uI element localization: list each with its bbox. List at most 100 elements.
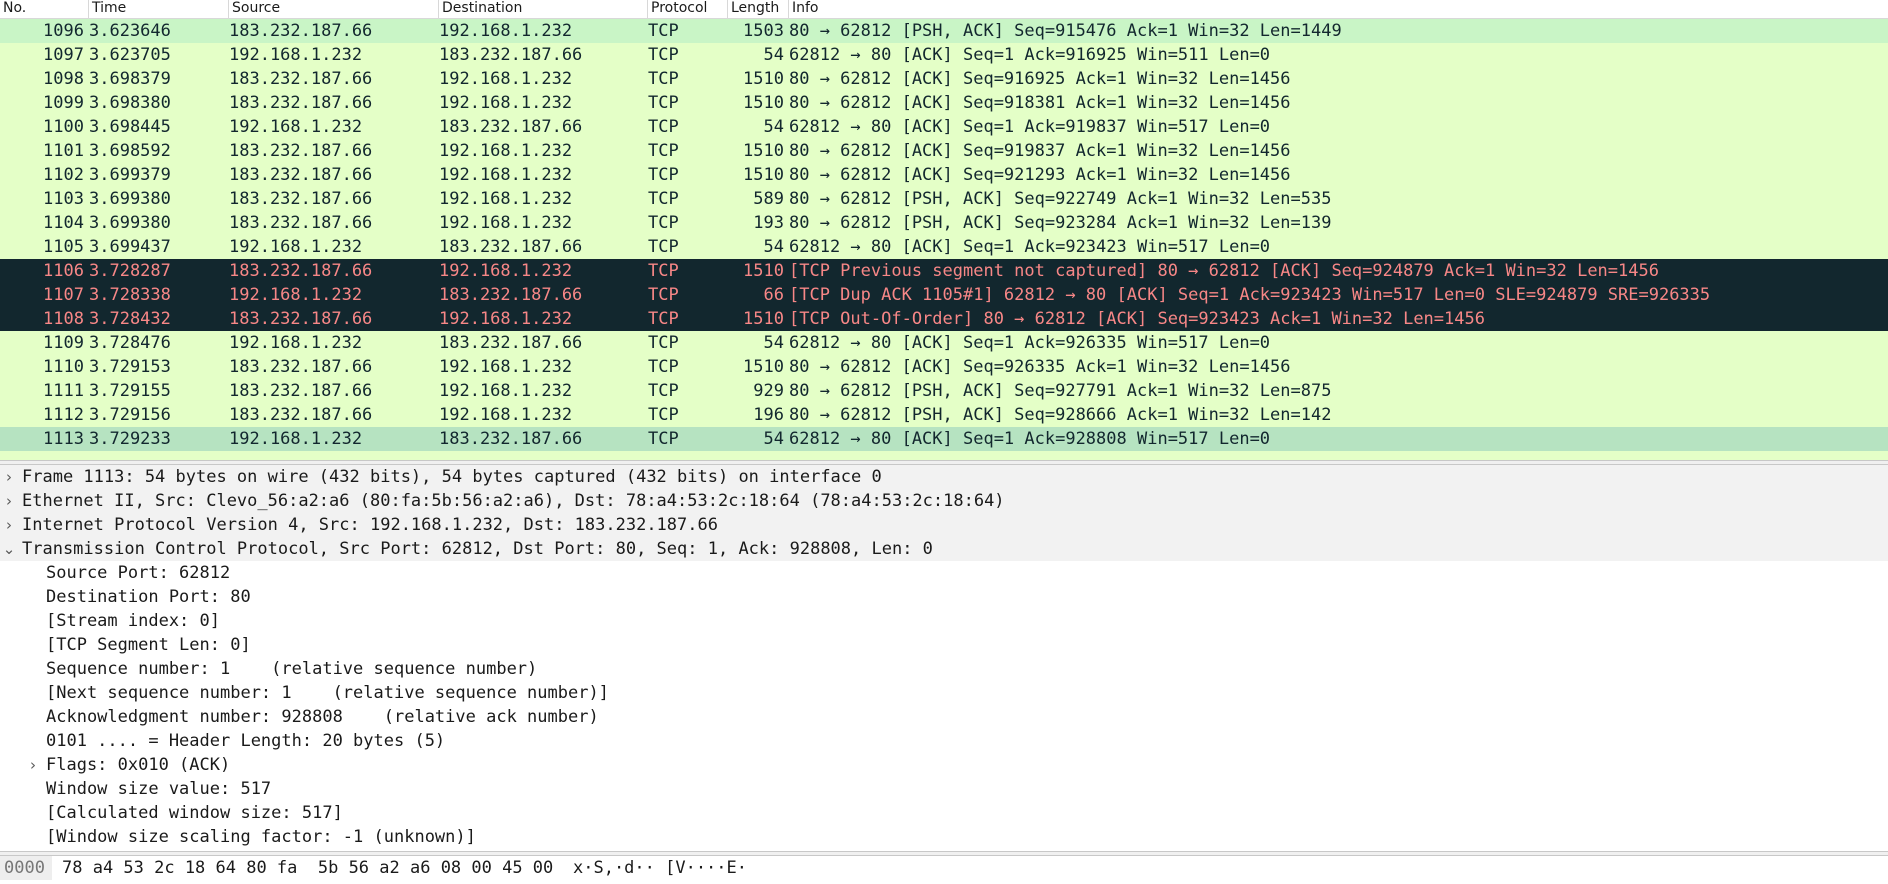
- column-header-source[interactable]: Source: [229, 0, 439, 18]
- packet-row[interactable]: 1097 3.623705 192.168.1.232 183.232.187.…: [0, 43, 1888, 67]
- packet-source: 183.232.187.66: [229, 93, 373, 113]
- chevron-right-icon[interactable]: ›: [2, 465, 16, 489]
- packet-row[interactable]: 1101 3.698592 183.232.187.66 192.168.1.2…: [0, 139, 1888, 163]
- bytes-offset: 0000: [0, 856, 52, 880]
- packet-source: 183.232.187.66: [229, 213, 373, 233]
- packet-length: 1510: [743, 93, 784, 113]
- packet-time: 3.728287: [89, 261, 171, 281]
- tree-item-frame[interactable]: › Frame 1113: 54 bytes on wire (432 bits…: [0, 465, 1888, 489]
- column-header-length[interactable]: Length: [728, 0, 789, 18]
- packet-info: 62812 → 80 [ACK] Seq=1 Ack=919837 Win=51…: [789, 117, 1271, 137]
- column-header-time[interactable]: Time: [89, 0, 229, 18]
- packet-destination: 192.168.1.232: [439, 213, 573, 233]
- tcp-field-destination-port[interactable]: Destination Port: 80: [0, 585, 1888, 609]
- packet-row[interactable]: 1108 3.728432 183.232.187.66 192.168.1.2…: [0, 307, 1888, 331]
- packet-destination: 192.168.1.232: [439, 189, 573, 209]
- packet-list-pane[interactable]: No. Time Source Destination Protocol Len…: [0, 0, 1888, 460]
- packet-no: 1105: [43, 237, 84, 257]
- packet-row[interactable]: 1109 3.728476 192.168.1.232 183.232.187.…: [0, 331, 1888, 355]
- column-header-info[interactable]: Info: [789, 0, 1888, 18]
- bytes-hex[interactable]: 78 a4 53 2c 18 64 80 fa 5b 56 a2 a6 08 0…: [62, 856, 553, 880]
- tcp-field-sequence-number[interactable]: Sequence number: 1 (relative sequence nu…: [0, 657, 1888, 681]
- packet-time: 3.729233: [89, 429, 171, 449]
- packet-row[interactable]: 1113 3.729233 192.168.1.232 183.232.187.…: [0, 427, 1888, 451]
- chevron-right-icon[interactable]: ›: [2, 489, 16, 513]
- packet-destination: 183.232.187.66: [439, 117, 583, 137]
- packet-row[interactable]: 1099 3.698380 183.232.187.66 192.168.1.2…: [0, 91, 1888, 115]
- packet-row[interactable]: 1111 3.729155 183.232.187.66 192.168.1.2…: [0, 379, 1888, 403]
- tree-item-label: Acknowledgment number: 928808 (relative …: [46, 707, 599, 727]
- tcp-field-calculated-window[interactable]: [Calculated window size: 517]: [0, 801, 1888, 825]
- packet-row[interactable]: 1105 3.699437 192.168.1.232 183.232.187.…: [0, 235, 1888, 259]
- packet-time: 3.728432: [89, 309, 171, 329]
- tcp-field-ack-number[interactable]: Acknowledgment number: 928808 (relative …: [0, 705, 1888, 729]
- chevron-right-icon[interactable]: ›: [26, 753, 40, 777]
- tcp-field-window-scaling[interactable]: [Window size scaling factor: -1 (unknown…: [0, 825, 1888, 849]
- packet-time: 3.698379: [89, 69, 171, 89]
- packet-length: 929: [753, 381, 784, 401]
- tree-item-label: Ethernet II, Src: Clevo_56:a2:a6 (80:fa:…: [22, 491, 1005, 511]
- packet-row[interactable]: 1103 3.699380 183.232.187.66 192.168.1.2…: [0, 187, 1888, 211]
- packet-row[interactable]: 1104 3.699380 183.232.187.66 192.168.1.2…: [0, 211, 1888, 235]
- packet-destination: 192.168.1.232: [439, 405, 573, 425]
- packet-destination: 192.168.1.232: [439, 309, 573, 329]
- packet-info: 62812 → 80 [ACK] Seq=1 Ack=926335 Win=51…: [789, 333, 1271, 353]
- tree-item-ethernet[interactable]: › Ethernet II, Src: Clevo_56:a2:a6 (80:f…: [0, 489, 1888, 513]
- packet-bytes-pane[interactable]: 0000 78 a4 53 2c 18 64 80 fa 5b 56 a2 a6…: [0, 856, 1888, 884]
- tcp-field-segment-len[interactable]: [TCP Segment Len: 0]: [0, 633, 1888, 657]
- packet-protocol: TCP: [648, 309, 679, 329]
- packet-destination: 192.168.1.232: [439, 381, 573, 401]
- packet-length: 54: [763, 237, 784, 257]
- packet-length: 54: [763, 45, 784, 65]
- packet-destination: 192.168.1.232: [439, 165, 573, 185]
- packet-protocol: TCP: [648, 381, 679, 401]
- packet-no: 1100: [43, 117, 84, 137]
- packet-destination: 183.232.187.66: [439, 237, 583, 257]
- packet-no: 1101: [43, 141, 84, 161]
- packet-source: 183.232.187.66: [229, 357, 373, 377]
- tree-item-tcp[interactable]: ⌄ Transmission Control Protocol, Src Por…: [0, 537, 1888, 561]
- tcp-field-flags[interactable]: › Flags: 0x010 (ACK): [0, 753, 1888, 777]
- tcp-field-window-size[interactable]: Window size value: 517: [0, 777, 1888, 801]
- packet-source: 192.168.1.232: [229, 429, 363, 449]
- packet-row[interactable]: 1112 3.729156 183.232.187.66 192.168.1.2…: [0, 403, 1888, 427]
- packet-row[interactable]: 1110 3.729153 183.232.187.66 192.168.1.2…: [0, 355, 1888, 379]
- packet-row[interactable]: 1098 3.698379 183.232.187.66 192.168.1.2…: [0, 67, 1888, 91]
- bytes-ascii[interactable]: x·S,·d·· [V····E·: [573, 856, 747, 880]
- packet-info: [TCP Previous segment not captured] 80 →…: [789, 261, 1659, 281]
- column-header-destination[interactable]: Destination: [439, 0, 648, 18]
- packet-row-partial[interactable]: [0, 451, 1888, 460]
- packet-no: 1106: [43, 261, 84, 281]
- packet-protocol: TCP: [648, 261, 679, 281]
- tcp-field-next-sequence-number[interactable]: [Next sequence number: 1 (relative seque…: [0, 681, 1888, 705]
- column-header-no[interactable]: No.: [0, 0, 89, 18]
- tree-item-ip[interactable]: › Internet Protocol Version 4, Src: 192.…: [0, 513, 1888, 537]
- packet-destination: 183.232.187.66: [439, 429, 583, 449]
- packet-destination: 192.168.1.232: [439, 93, 573, 113]
- packet-details-pane[interactable]: › Frame 1113: 54 bytes on wire (432 bits…: [0, 465, 1888, 851]
- packet-source: 192.168.1.232: [229, 45, 363, 65]
- packet-row[interactable]: 1096 3.623646 183.232.187.66 192.168.1.2…: [0, 19, 1888, 43]
- tree-item-label: Destination Port: 80: [46, 587, 251, 607]
- packet-row[interactable]: 1102 3.699379 183.232.187.66 192.168.1.2…: [0, 163, 1888, 187]
- packet-info: 80 → 62812 [PSH, ACK] Seq=915476 Ack=1 W…: [789, 21, 1342, 41]
- packet-info: 80 → 62812 [ACK] Seq=916925 Ack=1 Win=32…: [789, 69, 1291, 89]
- packet-no: 1103: [43, 189, 84, 209]
- packet-row[interactable]: 1107 3.728338 192.168.1.232 183.232.187.…: [0, 283, 1888, 307]
- packet-destination: 192.168.1.232: [439, 261, 573, 281]
- packet-protocol: TCP: [648, 237, 679, 257]
- packet-length: 1510: [743, 357, 784, 377]
- chevron-right-icon[interactable]: ›: [2, 513, 16, 537]
- tcp-field-header-length[interactable]: 0101 .... = Header Length: 20 bytes (5): [0, 729, 1888, 753]
- packet-row[interactable]: 1100 3.698445 192.168.1.232 183.232.187.…: [0, 115, 1888, 139]
- column-header-protocol[interactable]: Protocol: [648, 0, 728, 18]
- packet-length: 1510: [743, 141, 784, 161]
- chevron-down-icon[interactable]: ⌄: [2, 537, 16, 561]
- tcp-field-source-port[interactable]: Source Port: 62812: [0, 561, 1888, 585]
- packet-info: 80 → 62812 [PSH, ACK] Seq=923284 Ack=1 W…: [789, 213, 1332, 233]
- packet-row[interactable]: 1106 3.728287 183.232.187.66 192.168.1.2…: [0, 259, 1888, 283]
- tcp-field-stream-index[interactable]: [Stream index: 0]: [0, 609, 1888, 633]
- bytes-row[interactable]: 0000 78 a4 53 2c 18 64 80 fa 5b 56 a2 a6…: [0, 856, 1888, 880]
- tree-item-label: [TCP Segment Len: 0]: [46, 635, 251, 655]
- packet-info: 62812 → 80 [ACK] Seq=1 Ack=916925 Win=51…: [789, 45, 1271, 65]
